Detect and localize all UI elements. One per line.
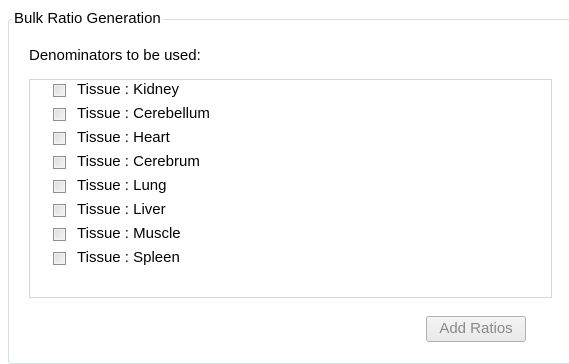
checkbox-item-kidney[interactable]: Tissue : Kidney xyxy=(53,78,179,102)
checkbox[interactable] xyxy=(53,227,66,241)
checkbox-item-spleen[interactable]: Tissue : Spleen xyxy=(53,246,180,270)
checkbox-item-lung[interactable]: Tissue : Lung xyxy=(53,174,167,198)
checkbox-label: Tissue : Muscle xyxy=(77,225,181,242)
checkbox[interactable] xyxy=(53,83,66,97)
checkbox[interactable] xyxy=(53,179,66,193)
checkbox-label: Tissue : Spleen xyxy=(77,249,180,266)
checkbox-item-heart[interactable]: Tissue : Heart xyxy=(53,126,170,150)
checkbox-item-muscle[interactable]: Tissue : Muscle xyxy=(53,222,181,246)
checkbox-item-liver[interactable]: Tissue : Liver xyxy=(53,198,166,222)
checkbox-label: Tissue : Liver xyxy=(77,201,166,218)
denominators-label: Denominators to be used: xyxy=(29,47,201,64)
groupbox-title: Bulk Ratio Generation xyxy=(12,9,163,29)
checkbox-item-cerebellum[interactable]: Tissue : Cerebellum xyxy=(53,102,210,126)
checkbox-label: Tissue : Kidney xyxy=(77,81,179,98)
add-ratios-button[interactable]: Add Ratios xyxy=(426,316,526,342)
checkbox[interactable] xyxy=(53,251,66,265)
checkbox[interactable] xyxy=(53,131,66,145)
checkbox[interactable] xyxy=(53,155,66,169)
checkbox[interactable] xyxy=(53,203,66,217)
checkbox-label: Tissue : Cerebrum xyxy=(77,153,200,170)
checkbox-label: Tissue : Cerebellum xyxy=(77,105,210,122)
checkbox[interactable] xyxy=(53,107,66,121)
checkbox-label: Tissue : Heart xyxy=(77,129,170,146)
checkbox-label: Tissue : Lung xyxy=(77,177,167,194)
checkbox-item-cerebrum[interactable]: Tissue : Cerebrum xyxy=(53,150,200,174)
